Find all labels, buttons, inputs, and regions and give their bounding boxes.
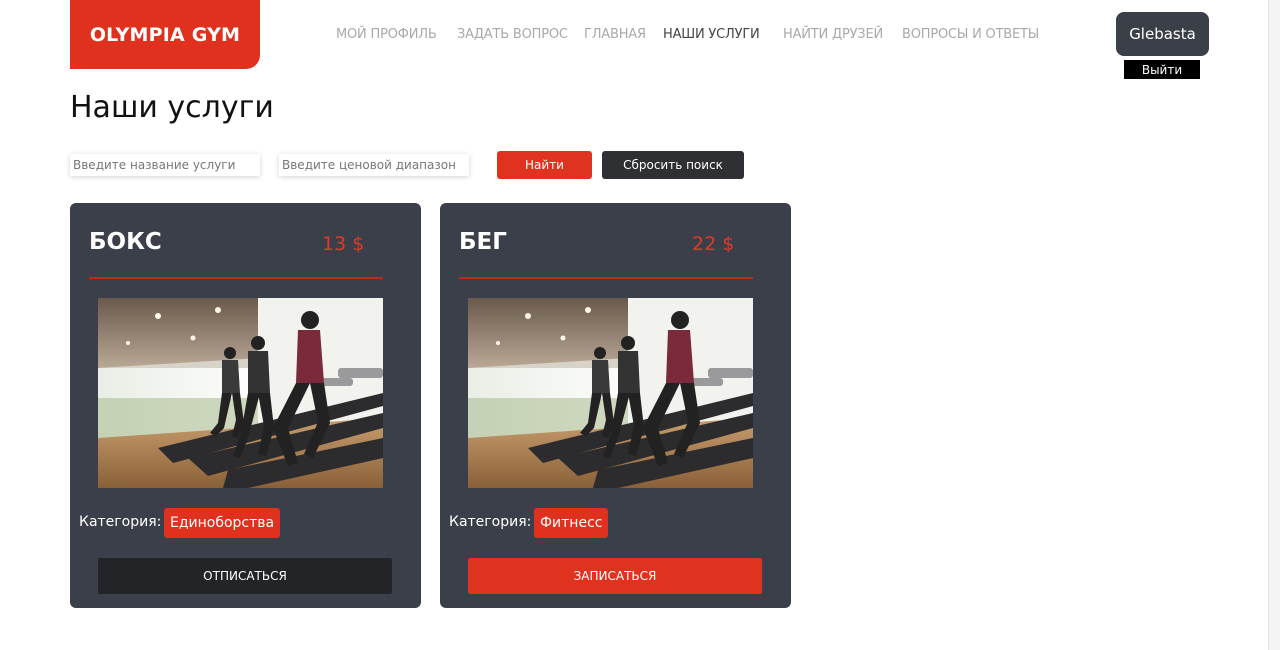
nav-item-my-profile[interactable]: МОЙ ПРОФИЛЬ — [336, 27, 437, 42]
service-card: БОКС 13 $ Категория: Единоборства ОТПИСА… — [70, 203, 421, 608]
divider — [459, 277, 753, 279]
service-price: 22 $ — [692, 233, 735, 255]
category-badge[interactable]: Единоборства — [164, 508, 281, 538]
category-label: Категория: — [79, 514, 162, 530]
nav-item-home[interactable]: ГЛАВНАЯ — [584, 27, 646, 42]
unsubscribe-button[interactable]: отписаться — [98, 558, 392, 594]
subscribe-button[interactable]: записаться — [468, 558, 762, 594]
treadmill-runners-photo — [98, 298, 383, 488]
page-scrollbar[interactable] — [1268, 0, 1280, 650]
user-profile-button[interactable]: Glebasta — [1116, 12, 1209, 56]
brand-logo[interactable]: OLYMPIA GYM — [70, 0, 260, 69]
reset-search-button[interactable]: Сбросить поиск — [602, 151, 744, 179]
nav-item-find-friends[interactable]: НАЙТИ ДРУЗЕЙ — [783, 27, 883, 42]
logout-button[interactable]: Выйти — [1124, 60, 1200, 79]
category-label: Категория: — [449, 514, 532, 530]
price-range-search-input[interactable] — [279, 154, 469, 176]
brand-name: OLYMPIA GYM — [89, 23, 241, 46]
nav-item-ask-question[interactable]: ЗАДАТЬ ВОПРОС — [457, 27, 568, 42]
treadmill-runners-photo — [468, 298, 753, 488]
service-name-search-input[interactable] — [70, 154, 260, 176]
service-card: БЕГ 22 $ Категория: Фитнесс ЗАПИСАТЬСЯ — [440, 203, 791, 608]
service-title: БЕГ — [459, 229, 507, 255]
logout-label: Выйти — [1141, 62, 1183, 77]
nav-item-our-services[interactable]: НАШИ УСЛУГИ — [663, 27, 760, 42]
service-title: БОКС — [89, 229, 162, 255]
page-title: Наши услуги — [70, 90, 274, 125]
find-button[interactable]: Найти — [497, 151, 592, 179]
username: Glebasta — [1129, 25, 1196, 43]
category-badge[interactable]: Фитнесс — [534, 508, 609, 538]
nav-item-faq[interactable]: ВОПРОСЫ И ОТВЕТЫ — [902, 27, 1039, 42]
divider — [89, 277, 383, 279]
service-price: 13 $ — [322, 233, 365, 255]
